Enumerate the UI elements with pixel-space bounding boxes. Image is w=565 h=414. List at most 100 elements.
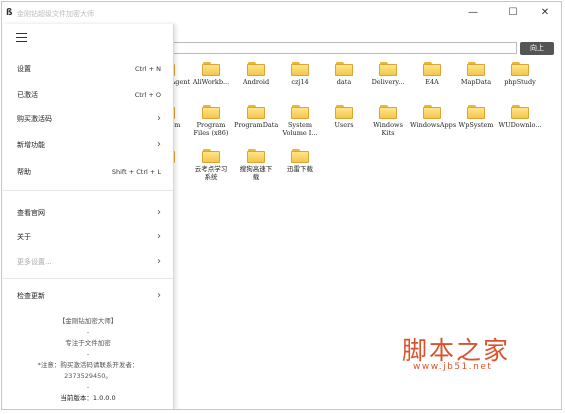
folder-label: WindowsApps	[410, 121, 457, 129]
folder-item[interactable]: ProgramData	[234, 105, 278, 129]
up-button[interactable]: 向上	[520, 42, 554, 55]
folder-item[interactable]: AliWorkb...	[189, 62, 233, 86]
path-input[interactable]	[172, 42, 517, 54]
folder-icon	[247, 105, 265, 119]
menu-item-label: 检查更新	[17, 292, 45, 300]
folder-label: Android	[242, 78, 270, 86]
folder-icon	[291, 105, 309, 119]
about-contact: 2373529450。	[64, 372, 112, 380]
folder-item[interactable]: E4A	[410, 62, 454, 86]
folder-item[interactable]: WUDownlo...	[498, 105, 542, 129]
about-dash: -	[86, 350, 90, 358]
menu-item-label: 新增功能	[17, 141, 45, 149]
folder-icon	[511, 62, 529, 76]
folder-label: MapData	[460, 78, 492, 86]
folder-label: AliWorkb...	[192, 78, 230, 86]
shortcut-text: Shift + Ctrl + L	[111, 168, 161, 176]
about-note: *注意：购买激活码请联系开发者：	[37, 361, 139, 369]
folder-icon	[467, 105, 485, 119]
folder-label: Program Files (x86)	[193, 121, 229, 137]
folder-icon	[467, 62, 485, 76]
folder-item[interactable]: czj14	[278, 62, 322, 86]
side-menu: 设置 Ctrl + N 已激活 Ctrl + O 购买激活码 › 新增功能 › …	[3, 24, 174, 409]
folder-label: 迅雷下载	[287, 165, 313, 173]
window-title: 金刚钻超级文件加密大师	[17, 10, 94, 18]
folder-icon	[291, 62, 309, 76]
chevron-right-icon: ›	[157, 207, 161, 218]
folder-item[interactable]: 云考点学习 系统	[189, 149, 233, 181]
folder-item[interactable]: data	[322, 62, 366, 86]
folder-item[interactable]: Delivery...	[366, 62, 410, 86]
about-dash: -	[86, 383, 90, 391]
folder-item[interactable]: Users	[322, 105, 366, 129]
title-bar: ß 金刚钻超级文件加密大师 — ☐ ✕	[2, 2, 561, 26]
close-button[interactable]: ✕	[532, 4, 558, 22]
folder-item[interactable]: System Volume I...	[278, 105, 322, 137]
divider	[3, 278, 173, 279]
shortcut-text: Ctrl + O	[134, 91, 161, 99]
folder-label: 云考点学习 系统	[194, 165, 228, 181]
folder-icon	[511, 105, 529, 119]
folder-label: ProgramData	[234, 121, 279, 129]
folder-icon	[247, 62, 265, 76]
menu-item-more-settings[interactable]: 更多设置... ›	[17, 255, 165, 269]
folder-label: data	[336, 78, 352, 86]
folder-item[interactable]: WindowsApps	[410, 105, 457, 129]
about-product: 【金刚钻加密大师】	[58, 317, 118, 325]
hamburger-icon[interactable]	[16, 33, 27, 45]
folder-label: Users	[334, 121, 354, 129]
folder-icon	[335, 62, 353, 76]
folder-label: WpSystem	[458, 121, 494, 129]
version-text: 当前版本：1.0.0.0	[60, 394, 116, 402]
menu-item-website[interactable]: 查看官网 ›	[17, 206, 165, 220]
folder-icon	[379, 105, 397, 119]
menu-item-settings[interactable]: 设置 Ctrl + N	[17, 62, 165, 76]
folder-icon	[291, 149, 309, 163]
folder-item[interactable]: 迅雷下载	[278, 149, 322, 173]
app-icon: ß	[6, 8, 13, 18]
menu-item-new-features[interactable]: 新增功能 ›	[17, 138, 165, 152]
chevron-right-icon: ›	[157, 290, 161, 301]
folder-label: Windows Kits	[373, 121, 403, 137]
folder-label: WUDownlo...	[498, 121, 542, 129]
maximize-button[interactable]: ☐	[500, 4, 526, 22]
folder-label: czj14	[291, 78, 309, 86]
about-slogan: 专注于文件加密	[65, 339, 111, 347]
menu-item-buy-code[interactable]: 购买激活码 ›	[17, 112, 165, 126]
folder-item[interactable]: WpSystem	[454, 105, 498, 129]
chevron-right-icon: ›	[157, 256, 161, 267]
folder-icon	[423, 105, 441, 119]
chevron-right-icon: ›	[157, 231, 161, 242]
watermark-url: www.jb51.net	[413, 362, 493, 372]
folder-item[interactable]: Windows Kits	[366, 105, 410, 137]
menu-item-label: 设置	[17, 65, 31, 73]
folder-icon	[379, 62, 397, 76]
folder-item[interactable]: Program Files (x86)	[189, 105, 233, 137]
menu-item-label: 购买激活码	[17, 115, 52, 123]
folder-item[interactable]: 搜狗高速下 载	[234, 149, 278, 181]
about-info: 【金刚钻加密大师】 - 专注于文件加密 - *注意：购买激活码请联系开发者： 2…	[3, 316, 173, 404]
about-dash: -	[86, 328, 90, 336]
menu-item-label: 已激活	[17, 91, 38, 99]
menu-item-label: 帮助	[17, 168, 31, 176]
menu-item-activated[interactable]: 已激活 Ctrl + O	[17, 88, 165, 102]
chevron-right-icon: ›	[157, 113, 161, 124]
folder-label: phpStudy	[504, 78, 536, 86]
folder-item[interactable]: MapData	[454, 62, 498, 86]
chevron-right-icon: ›	[157, 139, 161, 150]
folder-item[interactable]: phpStudy	[498, 62, 542, 86]
menu-item-label: 查看官网	[17, 209, 45, 217]
folder-icon	[423, 62, 441, 76]
menu-item-label: 更多设置...	[17, 258, 52, 266]
folder-label: E4A	[425, 78, 439, 86]
folder-label: System Volume I...	[282, 121, 318, 137]
folder-icon	[247, 149, 265, 163]
folder-icon	[202, 105, 220, 119]
folder-label: Delivery...	[371, 78, 405, 86]
menu-item-check-update[interactable]: 检查更新 ›	[17, 289, 165, 303]
divider	[3, 190, 173, 191]
menu-item-help[interactable]: 帮助 Shift + Ctrl + L	[17, 165, 165, 179]
minimize-button[interactable]: —	[460, 4, 486, 22]
folder-item[interactable]: Android	[234, 62, 278, 86]
menu-item-about[interactable]: 关于 ›	[17, 230, 165, 244]
